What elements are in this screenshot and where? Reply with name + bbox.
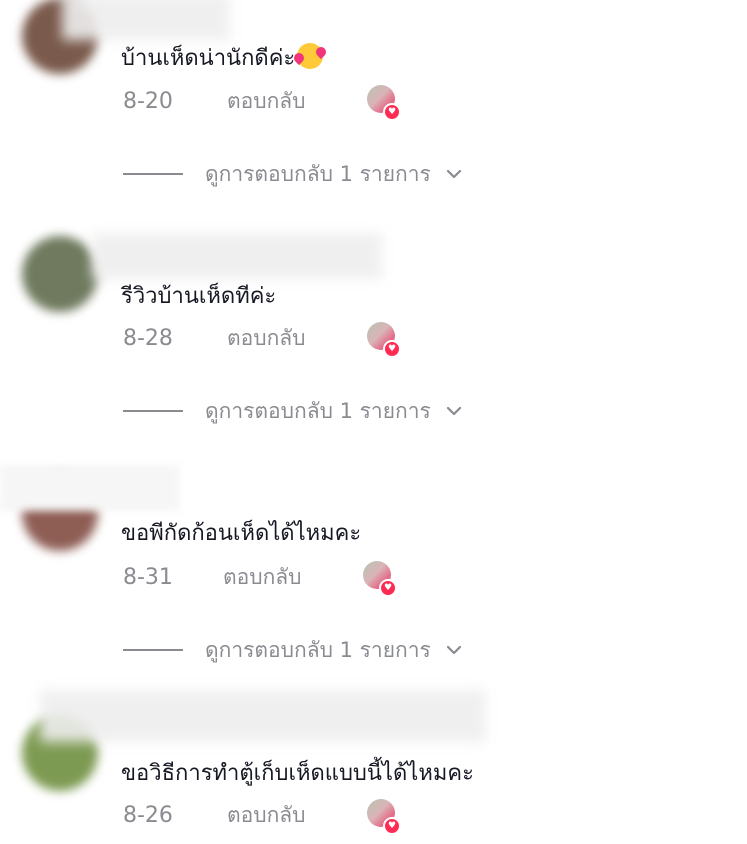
view-replies-button[interactable]: ดูการตอบกลับ 1 รายการ <box>123 159 465 189</box>
divider <box>123 410 183 412</box>
view-replies-label: ดูการตอบกลับ 1 รายการ <box>205 161 431 186</box>
comment-meta: 8-20 ตอบกลับ ♥ <box>123 85 401 121</box>
creator-liked-badge: ♥ <box>363 561 397 597</box>
comment-meta: 8-31 ตอบกลับ ♥ <box>123 561 397 597</box>
creator-liked-badge: ♥ <box>367 85 401 121</box>
avatar[interactable] <box>22 236 98 312</box>
chevron-down-icon <box>446 406 461 416</box>
comment-text: บ้านเห็ดน่านักดีค่ะ <box>121 43 324 74</box>
chevron-down-icon <box>446 645 461 655</box>
comment-date: 8-20 <box>123 88 173 114</box>
username-redacted <box>40 690 486 742</box>
view-replies-button[interactable]: ดูการตอบกลับ 1 รายการ <box>123 396 465 426</box>
comment-date: 8-26 <box>123 802 173 828</box>
heart-icon: ♥ <box>383 103 401 121</box>
creator-liked-badge: ♥ <box>367 322 401 358</box>
reply-button[interactable]: ตอบกลับ <box>227 799 367 832</box>
comment-date: 8-31 <box>123 564 173 590</box>
comment-date: 8-28 <box>123 325 173 351</box>
heart-icon: ♥ <box>383 817 401 835</box>
username-redacted <box>0 465 180 511</box>
comment-meta: 8-28 ตอบกลับ ♥ <box>123 322 401 358</box>
reply-button[interactable]: ตอบกลับ <box>227 322 367 355</box>
view-replies-button[interactable]: ดูการตอบกลับ 1 รายการ <box>123 635 465 665</box>
view-replies-label: ดูการตอบกลับ 1 รายการ <box>205 637 431 662</box>
creator-liked-badge: ♥ <box>367 799 401 835</box>
comment-text: รีวิวบ้านเห็ดทีค่ะ <box>121 284 277 309</box>
username-redacted <box>62 0 230 40</box>
smiling-face-with-hearts-icon <box>297 43 324 69</box>
reply-button[interactable]: ตอบกลับ <box>227 85 367 118</box>
comment-meta: 8-26 ตอบกลับ ♥ <box>123 799 401 835</box>
reply-button[interactable]: ตอบกลับ <box>223 561 363 594</box>
heart-icon: ♥ <box>383 340 401 358</box>
heart-icon: ♥ <box>379 579 397 597</box>
username-redacted <box>92 233 382 279</box>
divider <box>123 173 183 175</box>
chevron-down-icon <box>446 169 461 179</box>
divider <box>123 649 183 651</box>
comment-text: ขอวิธีการทำตู้เก็บเห็ดแบบนี้ได้ไหมคะ <box>121 761 474 786</box>
comment-text: ขอพีกัดก้อนเห็ดได้ไหมคะ <box>121 521 362 546</box>
view-replies-label: ดูการตอบกลับ 1 รายการ <box>205 398 431 423</box>
